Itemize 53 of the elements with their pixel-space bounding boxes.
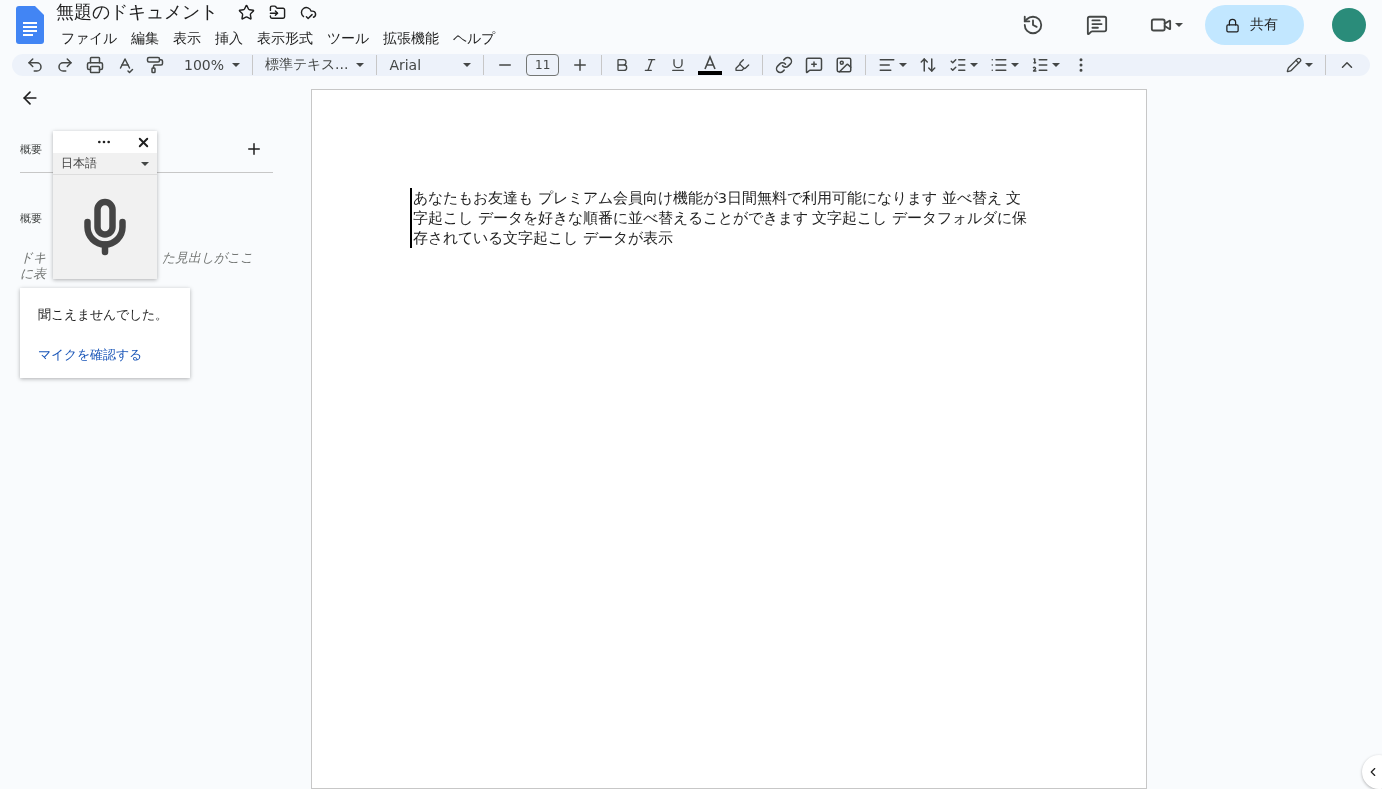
menu-item[interactable]: 表示形式 <box>252 28 318 50</box>
undo-icon[interactable] <box>26 56 44 74</box>
avatar[interactable] <box>1332 8 1366 42</box>
menu-item[interactable]: ファイル <box>56 28 122 50</box>
menu-item[interactable]: 表示 <box>168 28 206 50</box>
history-icon[interactable] <box>1022 14 1044 36</box>
image-icon[interactable] <box>835 56 854 74</box>
menu-item[interactable]: 編集 <box>126 28 164 50</box>
pencil-icon <box>1286 57 1302 73</box>
align-left-icon <box>878 56 897 74</box>
numbered-list-button[interactable] <box>1031 56 1061 74</box>
font-dropdown[interactable]: Arial <box>389 57 472 73</box>
outline-hint: た見出しがここ <box>162 250 253 266</box>
document-text: あなたもお友達も プレミアム会員向け機能が3日間無料で利用可能になります 並べ替え 文字起こし データを好きな順番に並べ替えることができます 文字起こし データフォルダに保存されている文字起こし データが表示 <box>410 188 1035 248</box>
style-dropdown[interactable]: 標準テキス... <box>265 56 365 74</box>
checklist-button[interactable] <box>949 56 979 74</box>
outline-heading: 概要 <box>20 211 43 226</box>
text-color-icon[interactable] <box>698 55 723 75</box>
zoom-dropdown[interactable]: 100% <box>184 57 241 73</box>
error-message: 聞こえませんでした。 <box>38 306 169 324</box>
underline-icon[interactable] <box>670 57 687 73</box>
print-icon[interactable] <box>86 56 104 74</box>
document-title[interactable]: 無題のドキュメント <box>56 0 218 24</box>
editing-mode-button[interactable] <box>1286 57 1313 73</box>
menu-item[interactable]: ツール <box>322 28 374 50</box>
comment-icon[interactable] <box>1086 14 1108 36</box>
line-spacing-icon[interactable] <box>919 56 938 74</box>
star-icon[interactable] <box>238 3 255 21</box>
checklist-icon <box>949 56 968 74</box>
language-dropdown[interactable]: 日本語 <box>53 153 157 175</box>
menu-item[interactable]: 拡張機能 <box>378 28 444 50</box>
folder-move-icon[interactable] <box>269 3 286 21</box>
font-size-field[interactable]: 11 <box>526 54 560 76</box>
menu-item[interactable]: 挿入 <box>210 28 248 50</box>
document-page[interactable]: あなたもお友達も プレミアム会員向け機能が3日間無料で利用可能になります 並べ替え 文字起こし データを好きな順番に並べ替えることができます 文字起こし データフォルダに保存されている文字起こし データが表示 <box>311 89 1147 789</box>
outline-tab-label[interactable]: 概要 <box>20 141 42 157</box>
menu-item[interactable]: ヘルプ <box>448 28 500 50</box>
outline-hint: に表 <box>20 266 46 282</box>
paint-format-icon[interactable] <box>146 56 164 74</box>
check-mic-link[interactable]: マイクを確認する <box>38 346 190 364</box>
plus-icon[interactable] <box>245 140 263 158</box>
bullet-list-icon <box>990 56 1009 74</box>
share-button[interactable]: 共有 <box>1205 5 1304 45</box>
bullet-list-button[interactable] <box>990 56 1020 74</box>
outline-hint: ドキ <box>20 250 46 266</box>
docs-logo-icon[interactable] <box>16 6 44 44</box>
link-icon[interactable] <box>775 56 794 74</box>
highlighter-icon[interactable] <box>734 57 751 73</box>
align-button[interactable] <box>878 56 908 74</box>
add-comment-icon[interactable] <box>805 56 824 74</box>
redo-icon[interactable] <box>56 56 74 74</box>
numbered-list-icon <box>1031 56 1050 74</box>
lock-icon <box>1225 17 1240 33</box>
